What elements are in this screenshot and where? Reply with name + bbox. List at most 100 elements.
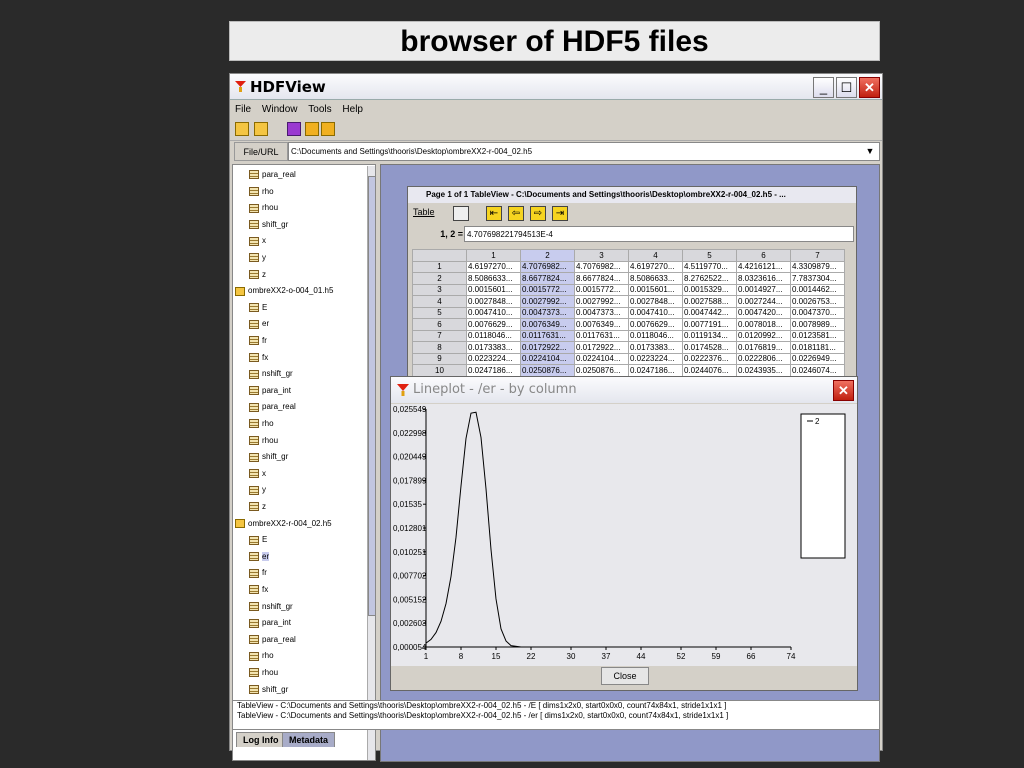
close-button[interactable]: Close [601, 667, 649, 685]
table-cell[interactable]: 0.0015772... [574, 283, 629, 296]
tree-file-node[interactable]: ombreXX2-r-004_02.h5 [235, 517, 332, 531]
tree-dataset-node[interactable]: er [249, 550, 270, 564]
table-cell[interactable]: 0.0027244... [736, 295, 791, 308]
table-cell[interactable]: 0.0015772... [520, 283, 575, 296]
table-cell[interactable]: 0.0120992... [736, 329, 791, 342]
table-row[interactable]: 4 0.0027848... 0.0027992... 0.0027992... 0.0… [412, 295, 845, 308]
app-titlebar[interactable]: HDFView _ ☐ ✕ [230, 74, 882, 100]
close-file-icon[interactable] [254, 122, 268, 136]
tree-dataset-node[interactable]: nshift_gr [249, 600, 293, 614]
tree-dataset-node[interactable]: y [249, 483, 266, 497]
table-cell[interactable]: 0.0119134... [682, 329, 737, 342]
column-header[interactable]: 5 [682, 249, 737, 262]
table-cell[interactable]: 0.0047410... [466, 306, 521, 319]
row-header[interactable]: 1 [412, 260, 467, 273]
tree-scrollbar[interactable] [367, 166, 375, 760]
tree-dataset-node[interactable]: E [249, 301, 267, 315]
tree-dataset-node[interactable]: fr [249, 566, 267, 580]
table-row[interactable]: 2 8.5086633... 8.6677824... 8.6677824... 8.5… [412, 272, 845, 285]
table-cell[interactable]: 4.6197270... [628, 260, 683, 273]
row-header[interactable]: 2 [412, 272, 467, 285]
close-lineplot-icon[interactable]: ✕ [833, 380, 854, 401]
tree-dataset-node[interactable]: rhou [249, 201, 278, 215]
table-cell[interactable]: 0.0078018... [736, 318, 791, 331]
column-header[interactable]: 3 [574, 249, 629, 262]
tree-dataset-node[interactable]: rhou [249, 434, 278, 448]
lineplot-title[interactable]: Lineplot - /er - by column [391, 377, 857, 403]
tree-dataset-node[interactable]: nshift_gr [249, 367, 293, 381]
column-header[interactable]: 4 [628, 249, 683, 262]
table-cell[interactable]: 0.0027588... [682, 295, 737, 308]
table-cell[interactable]: 0.0172922... [574, 341, 629, 354]
tree-dataset-node[interactable]: fx [249, 351, 268, 365]
chevron-down-icon[interactable]: ▼ [861, 143, 879, 160]
help-book-icon[interactable] [287, 122, 301, 136]
row-header[interactable]: 5 [412, 306, 467, 319]
table-cell[interactable]: 0.0076349... [574, 318, 629, 331]
row-header[interactable]: 4 [412, 295, 467, 308]
table-cell[interactable]: 0.0014927... [736, 283, 791, 296]
table-cell[interactable]: 0.0181181... [790, 341, 845, 354]
row-header[interactable]: 10 [412, 364, 467, 377]
tab-metadata[interactable]: Metadata [282, 732, 336, 747]
menu-help[interactable]: Help [342, 101, 363, 119]
table-cell[interactable]: 0.0222806... [736, 352, 791, 365]
table-cell[interactable]: 0.0026753... [790, 295, 845, 308]
table-cell[interactable]: 0.0027992... [574, 295, 629, 308]
table-cell[interactable]: 0.0015601... [628, 283, 683, 296]
tree-dataset-node[interactable]: y [249, 251, 266, 265]
table-row[interactable]: 3 0.0015601... 0.0015772... 0.0015772... 0.0… [412, 283, 845, 296]
table-cell[interactable]: 0.0172922... [520, 341, 575, 354]
table-cell[interactable]: 0.0224104... [574, 352, 629, 365]
tree-dataset-node[interactable]: para_real [249, 633, 296, 647]
tree-dataset-node[interactable]: fx [249, 583, 268, 597]
table-cell[interactable]: 0.0047370... [790, 306, 845, 319]
table-cell[interactable]: 8.0323616... [736, 272, 791, 285]
table-row[interactable]: 10 0.0247186... 0.0250876... 0.0250876... 0.… [412, 364, 845, 377]
table-cell[interactable]: 0.0226949... [790, 352, 845, 365]
table-row[interactable]: 7 0.0118046... 0.0117631... 0.0117631... 0.0… [412, 329, 845, 342]
file-url-field[interactable]: C:\Documents and Settings\thooris\Deskto… [288, 142, 880, 161]
tableview-title[interactable]: Page 1 of 1 TableView - C:\Documents and… [408, 187, 856, 203]
table-cell[interactable]: 4.7076982... [520, 260, 575, 273]
tree-dataset-node[interactable]: E [249, 533, 267, 547]
tree-dataset-node[interactable]: shift_gr [249, 218, 288, 232]
info-icon[interactable] [305, 122, 319, 136]
close-window-button[interactable]: ✕ [859, 77, 880, 98]
table-cell[interactable]: 0.0015601... [466, 283, 521, 296]
table-cell[interactable]: 0.0118046... [628, 329, 683, 342]
table-cell[interactable]: 0.0076349... [520, 318, 575, 331]
table-cell[interactable]: 0.0047373... [574, 306, 629, 319]
tree-dataset-node[interactable]: x [249, 234, 266, 248]
chart-icon[interactable] [453, 206, 469, 221]
table-cell[interactable]: 7.7837304... [790, 272, 845, 285]
table-cell[interactable]: 0.0047420... [736, 306, 791, 319]
tree-dataset-node[interactable]: shift_gr [249, 450, 288, 464]
column-header[interactable]: 7 [790, 249, 845, 262]
tree-dataset-node[interactable]: x [249, 467, 266, 481]
file-url-button[interactable]: File/URL [234, 142, 288, 161]
maximize-button[interactable]: ☐ [836, 77, 857, 98]
table-row[interactable]: 8 0.0173383... 0.0172922... 0.0172922... 0.0… [412, 341, 845, 354]
table-cell[interactable]: 0.0047373... [520, 306, 575, 319]
column-header[interactable]: 2 [520, 249, 575, 262]
tab-log-info[interactable]: Log Info [236, 732, 286, 747]
tree-dataset-node[interactable]: para_real [249, 168, 296, 182]
log-area[interactable]: TableView - C:\Documents and Settings\th… [232, 700, 880, 730]
tree-dataset-node[interactable]: fr [249, 334, 267, 348]
info2-icon[interactable] [321, 122, 335, 136]
table-cell[interactable]: 0.0176819... [736, 341, 791, 354]
tree-scrollbar-thumb[interactable] [368, 176, 375, 616]
menu-tools[interactable]: Tools [308, 101, 331, 119]
table-cell[interactable]: 0.0047442... [682, 306, 737, 319]
row-header[interactable]: 9 [412, 352, 467, 365]
first-page-icon[interactable]: ⇤ [486, 206, 502, 221]
table-cell[interactable]: 8.5086633... [628, 272, 683, 285]
table-cell[interactable]: 0.0027992... [520, 295, 575, 308]
tree-dataset-node[interactable]: rhou [249, 666, 278, 680]
data-table[interactable]: 1 2 3 4 5 6 7 1 4.6197270... 4.7076982... 4.707698… [412, 249, 845, 377]
tree-dataset-node[interactable]: rho [249, 417, 274, 431]
row-header[interactable]: 6 [412, 318, 467, 331]
row-header[interactable]: 7 [412, 329, 467, 342]
open-file-icon[interactable] [235, 122, 249, 136]
